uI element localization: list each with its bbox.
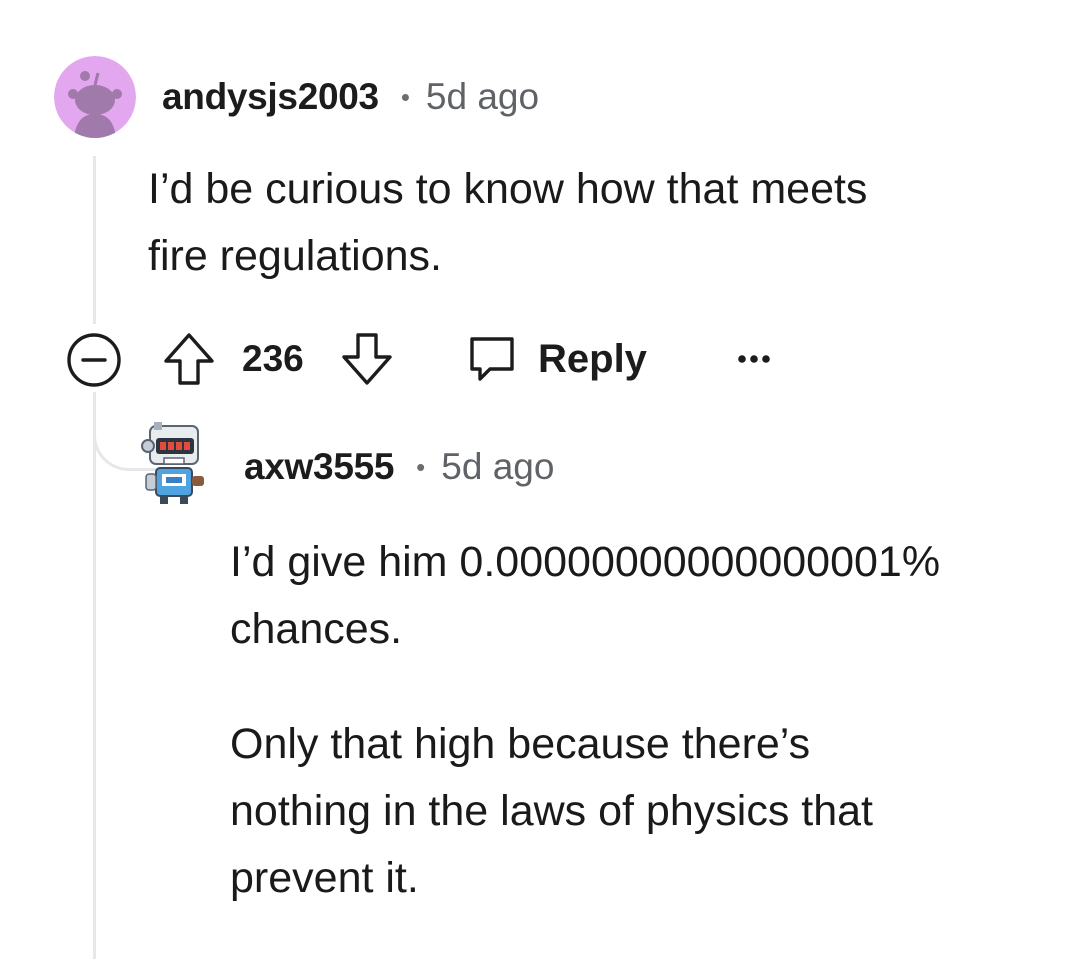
speech-bubble-icon — [470, 337, 514, 381]
comment-body: I’d be curious to know how that meets fi… — [148, 156, 1028, 290]
comment-action-bar: 236 Reply — [66, 330, 786, 388]
more-options-icon — [738, 355, 770, 363]
comment-age: 5d ago — [441, 446, 555, 487]
separator-dot: • — [416, 451, 426, 482]
robot-avatar-icon[interactable] — [140, 420, 210, 506]
more-options-button[interactable] — [734, 330, 774, 388]
comment-header: andysjs2003 • 5d ago — [162, 73, 539, 121]
thread-line-bottom — [93, 392, 96, 959]
upvote-arrow-icon — [164, 333, 214, 385]
username[interactable]: andysjs2003 — [162, 76, 379, 118]
thread-line-top — [93, 156, 96, 324]
collapse-button[interactable] — [66, 330, 122, 388]
comment-paragraph: Only that high because there’s nothing i… — [230, 720, 873, 902]
username[interactable]: axw3555 — [244, 446, 394, 488]
downvote-arrow-icon — [342, 333, 392, 385]
reply-button[interactable]: Reply — [466, 330, 647, 388]
comment-paragraph: I’d be curious to know how that meets fi… — [148, 165, 868, 280]
upvote-button[interactable] — [158, 330, 220, 388]
snoo-avatar-icon[interactable] — [54, 56, 136, 138]
comment-age: 5d ago — [425, 76, 540, 117]
vote-score: 236 — [242, 338, 304, 379]
collapse-minus-icon — [67, 333, 121, 387]
reply-label: Reply — [538, 336, 647, 381]
comment-paragraph: I’d give him 0.00000000000000001% chance… — [230, 538, 941, 653]
comment-header: axw3555 • 5d ago — [244, 443, 554, 491]
downvote-button[interactable] — [336, 330, 398, 388]
separator-dot: • — [400, 81, 410, 112]
comment-body: I’d give him 0.00000000000000001% chance… — [230, 529, 1050, 912]
